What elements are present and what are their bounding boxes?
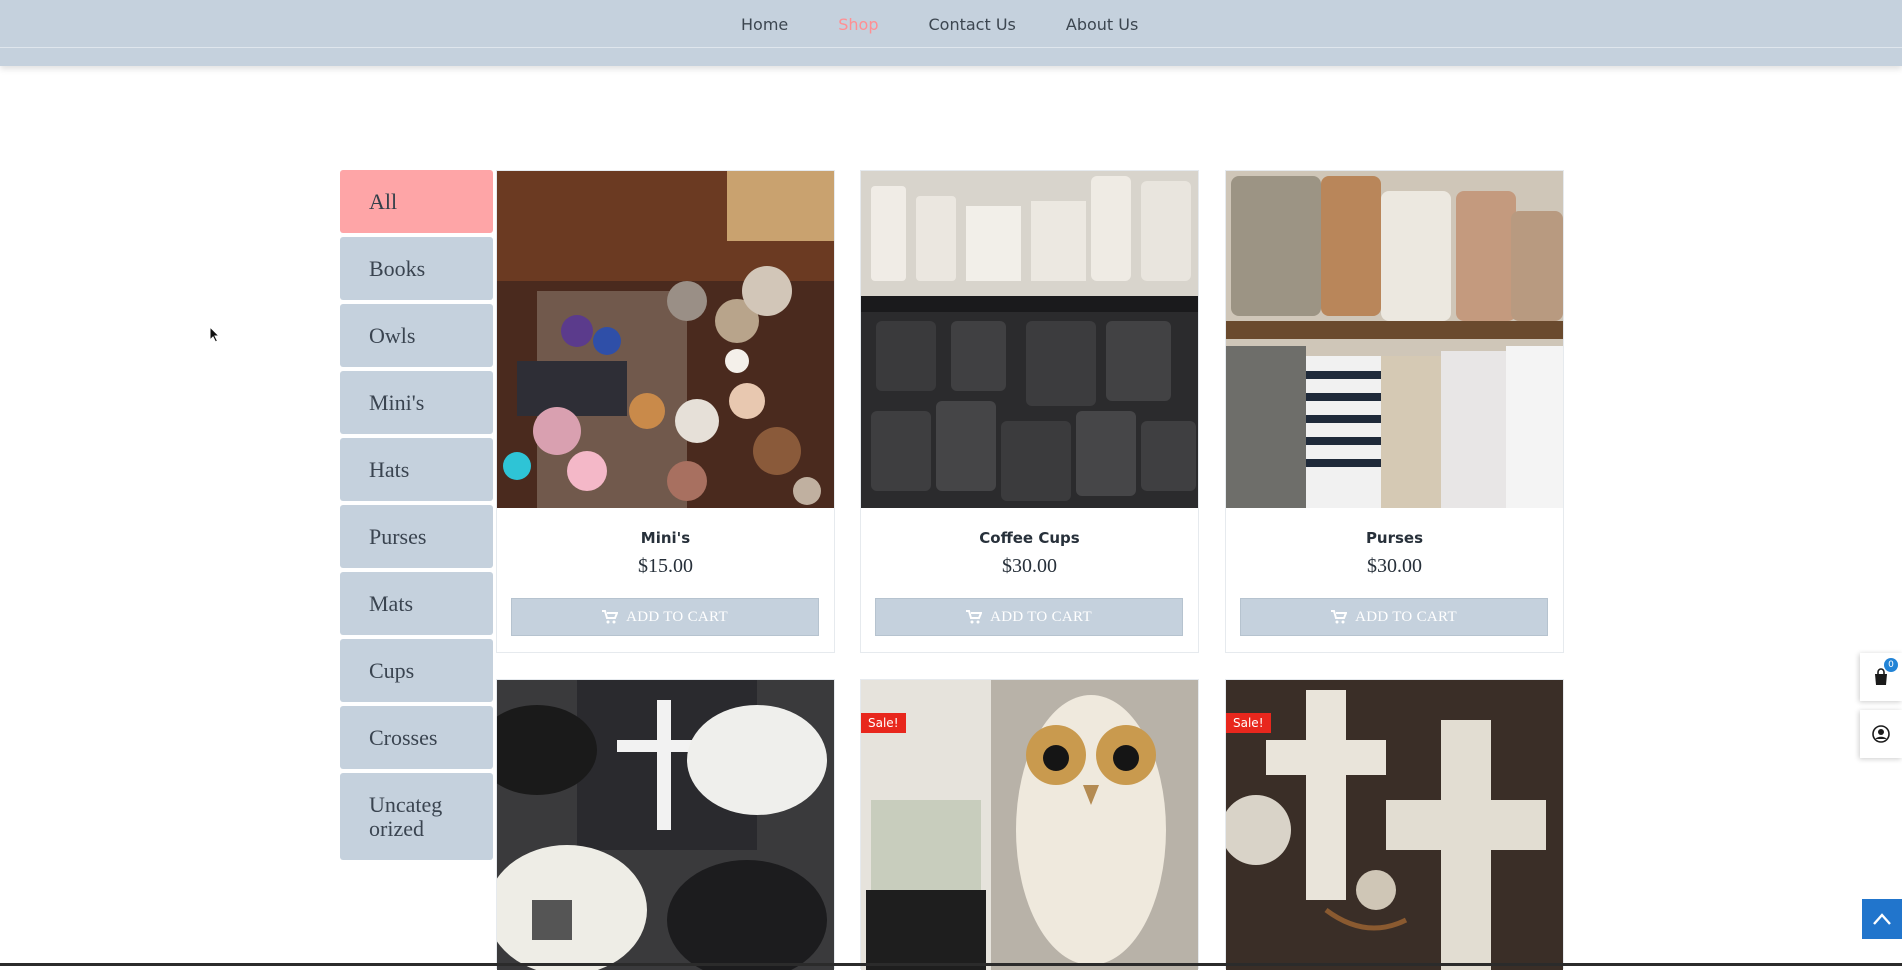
product-image-crosses[interactable]	[1226, 680, 1563, 970]
category-label: Mini's	[369, 389, 425, 415]
cart-icon	[602, 610, 619, 624]
nav-shop[interactable]: Shop	[838, 15, 878, 34]
sale-badge: Sale!	[1226, 713, 1271, 733]
nav-home[interactable]: Home	[741, 15, 788, 34]
category-label: Uncateg orized	[369, 791, 443, 841]
user-icon	[1872, 725, 1890, 743]
product-image-hats[interactable]	[497, 680, 834, 970]
scroll-to-top-button[interactable]	[1862, 899, 1902, 939]
product-card: Sale!	[860, 679, 1199, 970]
category-label: Books	[369, 255, 426, 281]
nav-contact-us[interactable]: Contact Us	[929, 15, 1016, 34]
floating-cart-button[interactable]: 0	[1860, 653, 1902, 701]
product-card: Mini's $15.00 ADD TO CART	[496, 170, 835, 653]
category-label: Hats	[369, 456, 410, 482]
product-name[interactable]: Coffee Cups	[861, 529, 1198, 547]
add-to-cart-label: ADD TO CART	[1355, 608, 1457, 625]
add-to-cart-button[interactable]: ADD TO CART	[875, 598, 1183, 636]
product-price: $30.00	[1367, 555, 1422, 577]
product-photo	[861, 680, 1198, 970]
cart-count-badge: 0	[1884, 658, 1898, 672]
add-to-cart-button[interactable]: ADD TO CART	[1240, 598, 1548, 636]
category-purses[interactable]: Purses	[340, 505, 493, 568]
header-divider	[0, 47, 1902, 48]
add-to-cart-button[interactable]: ADD TO CART	[511, 598, 819, 636]
product-price: $15.00	[638, 555, 693, 577]
product-photo	[1226, 680, 1563, 970]
product-photo	[497, 680, 834, 970]
category-uncategorized[interactable]: Uncateg orized	[340, 773, 493, 860]
product-card: Purses $30.00 ADD TO CART	[1225, 170, 1564, 653]
cart-icon	[1331, 610, 1348, 624]
category-mats[interactable]: Mats	[340, 572, 493, 635]
category-label: Cups	[369, 657, 415, 683]
product-card: Sale!	[1225, 679, 1564, 970]
category-label: Owls	[369, 322, 416, 348]
category-books[interactable]: Books	[340, 237, 493, 300]
category-cups[interactable]: Cups	[340, 639, 493, 702]
cart-icon	[966, 610, 983, 624]
product-name[interactable]: Mini's	[497, 529, 834, 547]
product-image-purses[interactable]	[1226, 171, 1563, 508]
chevron-up-icon	[1873, 913, 1891, 925]
product-price: $30.00	[1002, 555, 1057, 577]
product-image-coffee-cups[interactable]	[861, 171, 1198, 508]
category-label: All	[369, 188, 398, 214]
product-card	[496, 679, 835, 970]
main-nav: Home Shop Contact Us About Us	[741, 0, 1188, 48]
product-image-minis[interactable]	[497, 171, 834, 508]
floating-account-button[interactable]	[1860, 710, 1902, 758]
category-label: Purses	[369, 523, 427, 549]
category-hats[interactable]: Hats	[340, 438, 493, 501]
category-minis[interactable]: Mini's	[340, 371, 493, 434]
top-navigation-bar: Home Shop Contact Us About Us	[0, 0, 1902, 66]
category-label: Mats	[369, 590, 413, 616]
category-crosses[interactable]: Crosses	[340, 706, 493, 769]
add-to-cart-label: ADD TO CART	[626, 608, 728, 625]
product-photo	[861, 171, 1198, 508]
add-to-cart-label: ADD TO CART	[990, 608, 1092, 625]
category-owls[interactable]: Owls	[340, 304, 493, 367]
category-label: Crosses	[369, 724, 438, 750]
sale-badge: Sale!	[861, 713, 906, 733]
product-image-owl[interactable]	[861, 680, 1198, 970]
nav-about-us[interactable]: About Us	[1066, 15, 1138, 34]
product-photo	[1226, 171, 1563, 508]
product-photo	[497, 171, 834, 508]
product-card: Coffee Cups $30.00 ADD TO CART	[860, 170, 1199, 653]
category-all[interactable]: All	[340, 170, 493, 233]
mouse-cursor-icon	[209, 326, 221, 343]
product-name[interactable]: Purses	[1226, 529, 1563, 547]
